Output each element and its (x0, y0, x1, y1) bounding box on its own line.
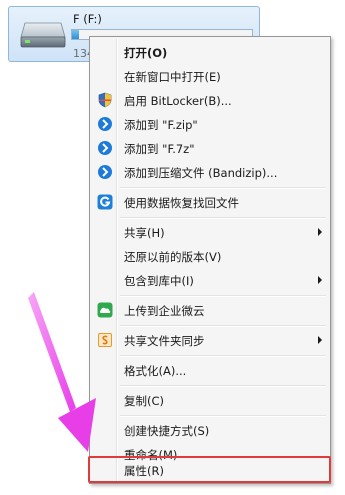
menu-item-add-to-archive-bandizip[interactable]: 添加到压缩文件 (Bandizip)... (92, 161, 328, 183)
menu-item-bitlocker[interactable]: 启用 BitLocker(B)... (92, 89, 328, 111)
submenu-arrow-icon (318, 228, 322, 236)
hard-drive-icon (20, 22, 66, 48)
menu-item-add-to-7z[interactable]: 添加到 "F.7z" (92, 137, 328, 159)
menu-item-label: 创建快捷方式(S) (124, 424, 210, 438)
menu-separator (120, 355, 326, 357)
menu-item-upload-weiyun[interactable]: 上传到企业微云 (92, 299, 328, 321)
menu-item-label: 共享(H) (124, 226, 165, 240)
menu-item-label: 使用数据恢复找回文件 (124, 196, 239, 210)
menu-separator (120, 385, 326, 387)
drive-usage-fill (72, 30, 80, 39)
menu-separator (120, 415, 326, 417)
menu-item-restore-previous-versions[interactable]: 还原以前的版本(V) (92, 245, 328, 267)
menu-item-label: 包含到库中(I) (124, 274, 194, 288)
drive-name: F (F:) (73, 12, 102, 26)
menu-item-label: 打开(O) (124, 46, 168, 60)
menu-item-label: 添加到 "F.7z" (124, 142, 195, 156)
menu-item-label: 还原以前的版本(V) (124, 250, 222, 264)
bandizip-icon (98, 141, 112, 155)
menu-item-label: 共享文件夹同步 (124, 334, 205, 348)
menu-item-label: 在新窗口中打开(E) (124, 70, 221, 84)
menu-separator (120, 295, 326, 297)
menu-item-create-shortcut[interactable]: 创建快捷方式(S) (92, 419, 328, 441)
submenu-arrow-icon (318, 276, 322, 284)
menu-item-label: 启用 BitLocker(B)... (124, 94, 232, 108)
menu-item-copy[interactable]: 复制(C) (92, 389, 328, 411)
folder-sync-icon (98, 333, 112, 347)
menu-item-data-recovery[interactable]: 使用数据恢复找回文件 (92, 191, 328, 213)
menu-item-share[interactable]: 共享(H) (92, 221, 328, 243)
menu-item-open[interactable]: 打开(O) (92, 41, 328, 63)
menu-item-label: 复制(C) (124, 394, 165, 408)
weiyun-cloud-icon (97, 302, 113, 318)
shield-icon (98, 92, 112, 108)
arrow-shaft (28, 292, 76, 412)
submenu-arrow-icon (318, 336, 322, 344)
menu-item-label: 格式化(A)... (124, 364, 187, 378)
menu-item-label: 上传到企业微云 (124, 304, 205, 318)
menu-item-include-in-library[interactable]: 包含到库中(I) (92, 269, 328, 291)
menu-item-add-to-zip[interactable]: 添加到 "F.zip" (92, 113, 328, 135)
data-recovery-icon (97, 194, 113, 210)
menu-separator (120, 187, 326, 189)
menu-item-shared-folder-sync[interactable]: 共享文件夹同步 (92, 329, 328, 351)
menu-separator (120, 217, 326, 219)
menu-item-open-new-window[interactable]: 在新窗口中打开(E) (92, 65, 328, 87)
menu-separator (120, 325, 326, 327)
bandizip-icon (98, 117, 112, 131)
properties-highlight-box (88, 456, 331, 483)
bandizip-icon (98, 165, 112, 179)
menu-item-format[interactable]: 格式化(A)... (92, 359, 328, 381)
context-menu: 打开(O) 在新窗口中打开(E) 启用 BitLocker(B)... 添加到 … (89, 36, 331, 484)
menu-item-label: 添加到压缩文件 (Bandizip)... (124, 166, 278, 180)
menu-item-label: 添加到 "F.zip" (124, 118, 198, 132)
